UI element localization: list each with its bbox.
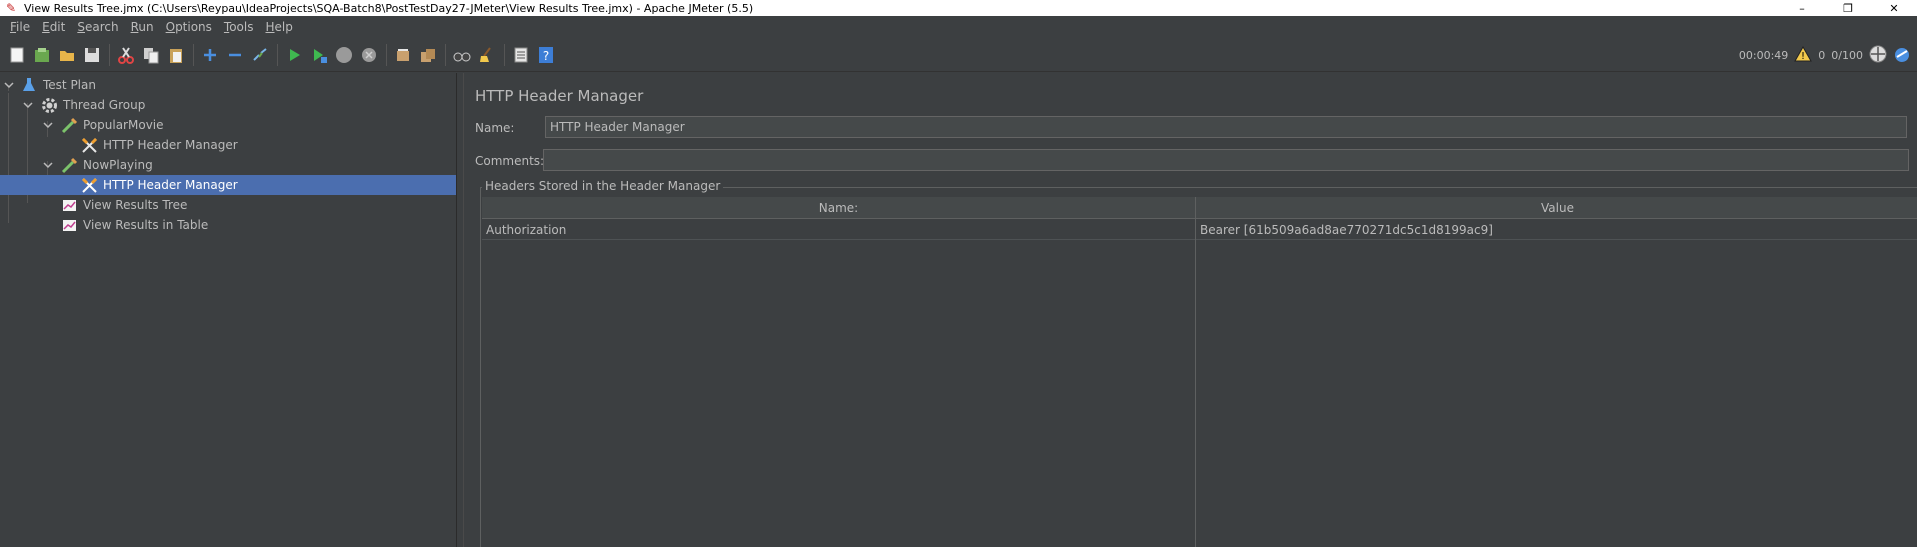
jmeter-feather-icon: ✎ <box>5 1 17 15</box>
chevron-down-icon[interactable] <box>42 159 54 171</box>
menu-edit[interactable]: Edit <box>36 20 71 34</box>
tree-node-popularmovie[interactable]: PopularMovie <box>0 115 456 135</box>
column-divider <box>1195 197 1196 547</box>
tree-node-view-results-in-table[interactable]: View Results in Table <box>0 215 456 235</box>
search-binoculars-icon[interactable] <box>451 44 473 66</box>
minimize-button[interactable]: – <box>1779 0 1825 16</box>
tree-node-thread-group[interactable]: Thread Group <box>0 95 456 115</box>
start-no-pauses-icon[interactable] <box>308 44 330 66</box>
stop-icon[interactable] <box>333 44 355 66</box>
expand-all-icon[interactable] <box>199 44 221 66</box>
panel-splitter[interactable] <box>456 73 464 547</box>
svg-text:?: ? <box>543 49 549 63</box>
clear-icon[interactable] <box>392 44 414 66</box>
headers-group-title: Headers Stored in the Header Manager <box>482 179 724 193</box>
cut-icon[interactable] <box>115 44 137 66</box>
paste-icon[interactable] <box>165 44 187 66</box>
toolbar: ? 00:00:49 ! 0 0/100 <box>0 38 1917 72</box>
start-icon[interactable] <box>283 44 305 66</box>
window-controls: – ❐ ✕ <box>1779 0 1917 16</box>
window-title: View Results Tree.jmx (C:\Users\Reypau\I… <box>24 1 754 15</box>
open-folder-icon[interactable] <box>56 44 78 66</box>
title-bar: ✎ View Results Tree.jmx (C:\Users\Reypau… <box>0 0 1917 16</box>
menu-options[interactable]: Options <box>160 20 218 34</box>
page-title: HTTP Header Manager <box>475 87 644 105</box>
table-header: Name: Value <box>482 197 1917 219</box>
header-value-cell[interactable]: Bearer [61b509a6ad8ae770271dc5c1d8199ac9… <box>1196 219 1917 240</box>
chart-icon <box>60 196 78 214</box>
menu-run[interactable]: Run <box>125 20 160 34</box>
column-header-name[interactable]: Name: <box>482 197 1195 219</box>
menu-tools[interactable]: Tools <box>218 20 260 34</box>
toolbar-separator <box>386 43 387 66</box>
tree-node-http-header-manager[interactable]: HTTP Header Manager <box>0 135 456 155</box>
pipette-icon <box>60 156 78 174</box>
active-threads: 0/100 <box>1831 48 1863 62</box>
warning-icon[interactable]: ! <box>1794 45 1813 65</box>
templates-icon[interactable] <box>31 44 53 66</box>
table-row[interactable]: Authorization Bearer [61b509a6ad8ae77027… <box>482 219 1917 240</box>
test-plan-tree: Test Plan Thread Group PopularMovie HTTP… <box>0 73 456 547</box>
chevron-down-icon[interactable] <box>42 119 54 131</box>
help-icon[interactable]: ? <box>535 44 557 66</box>
tools-icon <box>80 176 98 194</box>
comments-label: Comments: <box>475 154 545 168</box>
elapsed-time: 00:00:49 <box>1738 48 1789 62</box>
toolbar-separator <box>109 43 110 66</box>
new-file-icon[interactable] <box>6 44 28 66</box>
comments-field[interactable] <box>543 149 1909 171</box>
toolbar-separator <box>277 43 278 66</box>
remote-globe-icon[interactable] <box>1869 45 1887 66</box>
flask-icon <box>20 76 38 94</box>
tree-node-http-header-manager-selected[interactable]: HTTP Header Manager <box>0 175 456 195</box>
chart-icon <box>60 216 78 234</box>
close-button[interactable]: ✕ <box>1871 0 1917 16</box>
chevron-down-icon[interactable] <box>3 79 15 91</box>
run-status: 00:00:49 ! 0 0/100 <box>1739 38 1911 72</box>
toolbar-separator <box>445 43 446 66</box>
shutdown-icon[interactable] <box>358 44 380 66</box>
chevron-down-icon[interactable] <box>22 99 34 111</box>
svg-text:!: ! <box>1801 51 1805 62</box>
element-editor: HTTP Header Manager Name: HTTP Header Ma… <box>464 73 1917 547</box>
menu-help[interactable]: Help <box>260 20 299 34</box>
gear-icon <box>40 96 58 114</box>
toolbar-separator <box>504 43 505 66</box>
reset-search-broom-icon[interactable] <box>476 44 498 66</box>
log-viewer-icon[interactable] <box>1893 45 1911 66</box>
tree-node-view-results-tree[interactable]: View Results Tree <box>0 195 456 215</box>
tools-icon <box>80 136 98 154</box>
copy-icon[interactable] <box>140 44 162 66</box>
tree-node-nowplaying[interactable]: NowPlaying <box>0 155 456 175</box>
header-name-cell[interactable]: Authorization <box>482 219 1195 240</box>
pipette-icon <box>60 116 78 134</box>
function-helper-icon[interactable] <box>510 44 532 66</box>
toolbar-separator <box>193 43 194 66</box>
save-icon[interactable] <box>81 44 103 66</box>
name-field[interactable]: HTTP Header Manager <box>545 116 1907 138</box>
menu-bar: File Edit Search Run Options Tools Help <box>0 16 1917 38</box>
name-label: Name: <box>475 121 515 135</box>
warning-count: 0 <box>1818 48 1826 62</box>
headers-table: Name: Value Authorization Bearer [61b509… <box>482 197 1917 547</box>
menu-search[interactable]: Search <box>71 20 124 34</box>
clear-all-icon[interactable] <box>417 44 439 66</box>
tree-node-test-plan[interactable]: Test Plan <box>0 75 456 95</box>
toggle-icon[interactable] <box>249 44 271 66</box>
maximize-button[interactable]: ❐ <box>1825 0 1871 16</box>
collapse-all-icon[interactable] <box>224 44 246 66</box>
menu-file[interactable]: File <box>4 20 36 34</box>
column-header-value[interactable]: Value <box>1196 197 1917 219</box>
